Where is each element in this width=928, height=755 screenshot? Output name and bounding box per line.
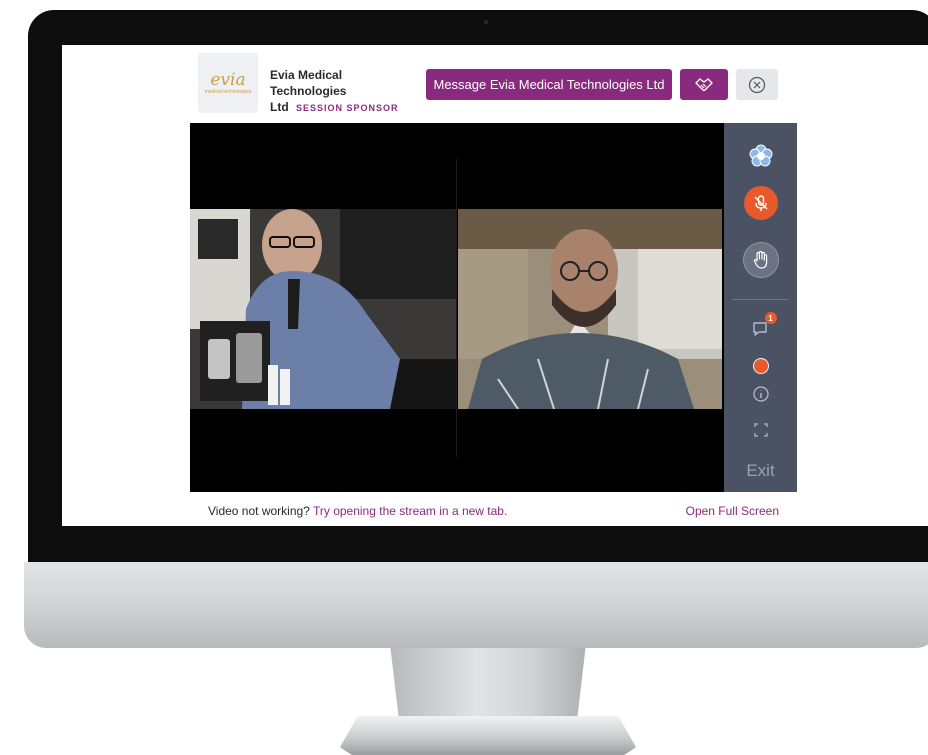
record-indicator[interactable]	[752, 358, 769, 374]
webcam-dot	[484, 20, 488, 24]
monitor-stand-neck	[390, 648, 586, 720]
mic-off-icon	[754, 195, 767, 211]
message-sponsor-button[interactable]: Message Evia Medical Technologies Ltd	[426, 69, 672, 100]
raise-hand-icon	[753, 250, 767, 269]
open-stream-new-tab-link[interactable]: Try opening the stream in a new tab.	[313, 504, 507, 518]
open-full-screen-link[interactable]: Open Full Screen	[686, 504, 779, 518]
control-sidebar: 1 Exit	[724, 123, 797, 492]
raise-hand-button[interactable]	[742, 242, 779, 278]
participant-left-image	[190, 209, 456, 409]
video-help: Video not working? Try opening the strea…	[208, 504, 507, 518]
video-stream[interactable]	[190, 123, 724, 492]
fullscreen-toggle-button[interactable]	[753, 423, 768, 442]
info-button[interactable]	[752, 385, 770, 408]
logo-wordmark: evia	[210, 69, 246, 90]
reaction-icon	[749, 144, 772, 167]
monitor-stand-base	[340, 716, 636, 755]
handshake-icon	[695, 77, 713, 91]
monitor-chin	[24, 562, 928, 648]
participant-right-image	[458, 209, 722, 409]
handshake-button[interactable]	[680, 69, 728, 100]
control-separator	[732, 299, 789, 300]
reaction-button[interactable]	[748, 143, 774, 174]
expand-icon	[753, 423, 768, 437]
sponsor-bar: evia medical technologies Evia Medical T…	[62, 45, 928, 123]
session-sponsor-tag: SESSION SPONSOR	[296, 103, 399, 113]
chat-notification-badge: 1	[764, 312, 777, 324]
chat-button[interactable]: 1	[751, 312, 777, 339]
info-icon	[752, 386, 769, 402]
sponsor-name-line1: Evia Medical Technologies	[270, 68, 347, 98]
logo-subtext: medical technologies	[204, 88, 252, 95]
screen: evia medical technologies Evia Medical T…	[62, 45, 928, 526]
footer-bar: Video not working? Try opening the strea…	[190, 492, 797, 526]
sponsor-logo: evia medical technologies	[198, 53, 258, 113]
video-help-prompt: Video not working?	[208, 504, 310, 518]
video-divider	[456, 159, 457, 457]
sponsor-name-line2: Ltd	[270, 100, 289, 114]
mute-microphone-button[interactable]	[743, 186, 778, 220]
exit-button[interactable]: Exit	[724, 461, 797, 481]
close-icon	[748, 76, 766, 93]
participant-video-right	[458, 209, 722, 409]
participant-video-left	[190, 209, 456, 409]
sponsor-name: Evia Medical Technologies Ltd SESSION SP…	[270, 67, 420, 116]
close-button[interactable]	[736, 69, 778, 100]
